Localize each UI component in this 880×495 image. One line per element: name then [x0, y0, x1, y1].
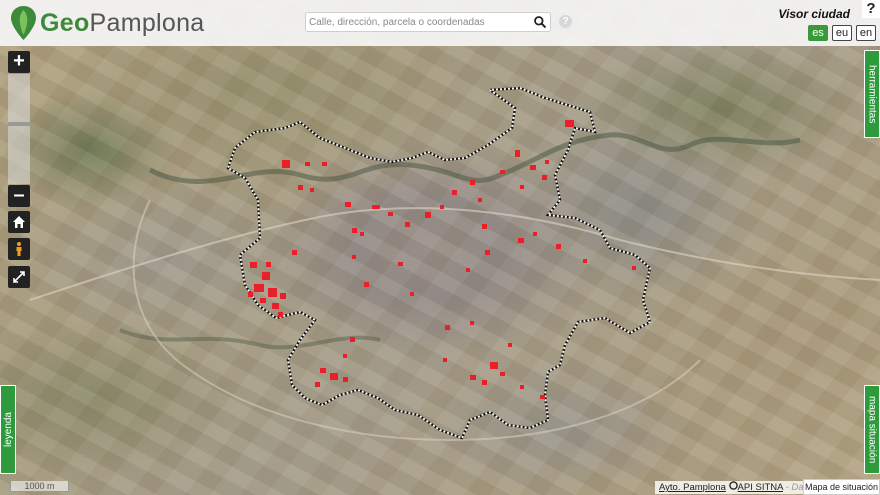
attribution: Ayto. Pamplona API SITNA - Dat — [655, 481, 811, 494]
expand-arrows-icon — [13, 271, 25, 283]
home-icon — [13, 216, 25, 228]
search-input[interactable] — [306, 13, 528, 31]
map-overlay — [29, 86, 880, 442]
sitna-logo-icon — [728, 481, 738, 490]
highway — [29, 207, 880, 301]
zoom-out-button[interactable]: – — [8, 185, 30, 207]
tab-mapa-situacion[interactable]: mapa situación — [864, 385, 880, 474]
tab-herramientas[interactable]: herramientas — [864, 50, 880, 138]
language-selector: es eu en — [808, 25, 876, 41]
lang-en-button[interactable]: en — [856, 25, 876, 41]
fullscreen-button[interactable] — [8, 266, 30, 288]
zoom-in-button[interactable]: + — [8, 51, 30, 73]
person-icon — [16, 242, 22, 256]
attribution-link[interactable]: Ayto. Pamplona — [659, 482, 726, 493]
scale-bar: 1000 m — [10, 481, 69, 492]
help-button[interactable]: ? — [862, 0, 880, 18]
locate-me-button[interactable] — [8, 238, 30, 260]
overview-map-button[interactable]: Mapa de situación — [803, 479, 880, 495]
attribution-api-link[interactable]: API SITNA — [738, 482, 783, 493]
lang-es-button[interactable]: es — [808, 25, 828, 41]
zoom-slider-handle[interactable] — [8, 122, 30, 126]
logo-text: GeoPamplona — [40, 8, 205, 37]
zoom-slider[interactable] — [8, 74, 30, 184]
home-button[interactable] — [8, 211, 30, 233]
tab-leyenda[interactable]: leyenda — [0, 385, 16, 474]
ring-road — [132, 199, 701, 442]
river — [148, 132, 801, 184]
search-icon[interactable] — [533, 15, 547, 29]
lang-eu-button[interactable]: eu — [832, 25, 852, 41]
map-pin-leaf-icon — [11, 6, 36, 40]
search-box — [305, 12, 551, 32]
logo[interactable]: GeoPamplona — [10, 5, 205, 41]
app-title: Visor ciudad — [778, 7, 850, 21]
aerial-map[interactable] — [0, 0, 880, 495]
parcel-markers — [248, 120, 636, 399]
top-bar: GeoPamplona ? Visor ciudad es eu en — [0, 0, 880, 46]
search-help-icon[interactable]: ? — [559, 15, 572, 28]
river-south — [119, 328, 381, 350]
